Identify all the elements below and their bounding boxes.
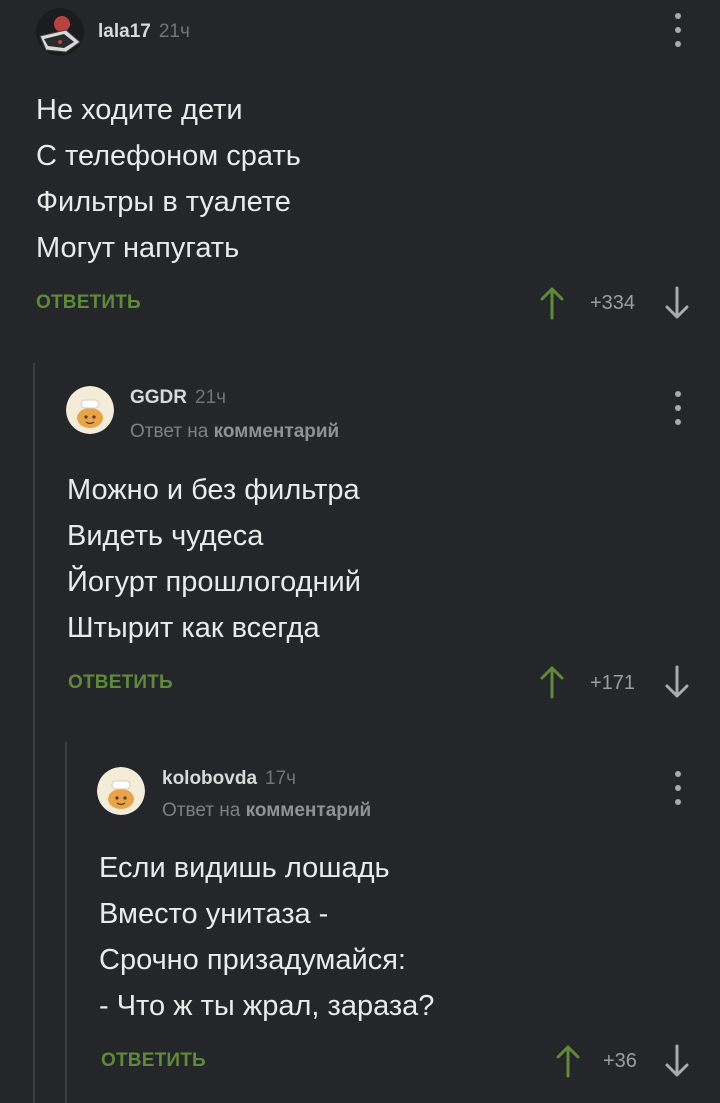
arrow-up-icon[interactable] [539,665,565,699]
comment-line: Йогурт прошлогодний [67,566,361,598]
rating-value: +36 [603,1050,637,1072]
comment-line: Можно и без фильтра [67,474,360,506]
comment-line: Срочно призадумайся: [99,944,406,976]
author-name[interactable]: kolobovda [162,768,257,790]
arrow-up-icon[interactable] [539,286,565,320]
comment-time: 21ч [195,387,227,408]
rating-value: +334 [590,292,636,314]
avatar-image [36,8,84,56]
reply-button[interactable]: ОТВЕТИТЬ [68,672,173,694]
avatar[interactable] [36,8,84,56]
reply-to-link[interactable]: комментарий [214,421,340,442]
comment-time: 21ч [158,21,190,42]
more-vertical-icon[interactable] [672,391,684,425]
reply-button[interactable]: ОТВЕТИТЬ [101,1050,206,1072]
avatar-image [66,386,114,434]
avatar[interactable] [66,386,114,434]
comment-line: Фильтры в туалете [36,186,291,218]
author-name[interactable]: lala17 [98,21,151,43]
avatar-image [97,767,145,815]
thread-line [33,363,35,1103]
arrow-down-icon[interactable] [664,665,690,699]
comment-line: - Что ж ты жрал, зараза? [99,990,435,1022]
comment-body: Если видишь лошадь Вместо унитаза - Сроч… [99,845,434,1029]
reply-to-prefix: Ответ на [162,800,241,821]
comment-body: Не ходите дети С телефоном срать Фильтры… [36,87,301,271]
comment-line: Вместо унитаза - [99,898,329,930]
comment-line: С телефоном срать [36,140,301,172]
more-vertical-icon[interactable] [672,13,684,47]
comment: lala17 21ч Не ходите дети С телефоном ср… [0,0,720,350]
reply-to-link[interactable]: комментарий [246,800,372,821]
comment-line: Видеть чудеса [67,520,264,552]
reply-to-info: Ответ на комментарий [162,800,371,822]
arrow-down-icon[interactable] [664,1044,690,1078]
comment-header: lala17 21ч [36,8,190,56]
arrow-up-icon[interactable] [555,1044,581,1078]
comment-body: Можно и без фильтра Видеть чудеса Йогурт… [67,467,361,651]
comment-line: Могут напугать [36,232,240,264]
comment-line: Не ходите дети [36,94,243,126]
arrow-down-icon[interactable] [664,286,690,320]
avatar[interactable] [97,767,145,815]
reply-to-prefix: Ответ на [130,421,209,442]
more-vertical-icon[interactable] [672,771,684,805]
comment-line: Если видишь лошадь [99,852,390,884]
thread-line [65,742,67,1103]
comment-line: Штырит как всегда [67,612,320,644]
rating-value: +171 [590,672,636,694]
comment-time: 17ч [265,768,297,789]
reply-to-info: Ответ на комментарий [130,421,339,443]
reply-button[interactable]: ОТВЕТИТЬ [36,292,141,314]
author-name[interactable]: GGDR [130,387,187,409]
